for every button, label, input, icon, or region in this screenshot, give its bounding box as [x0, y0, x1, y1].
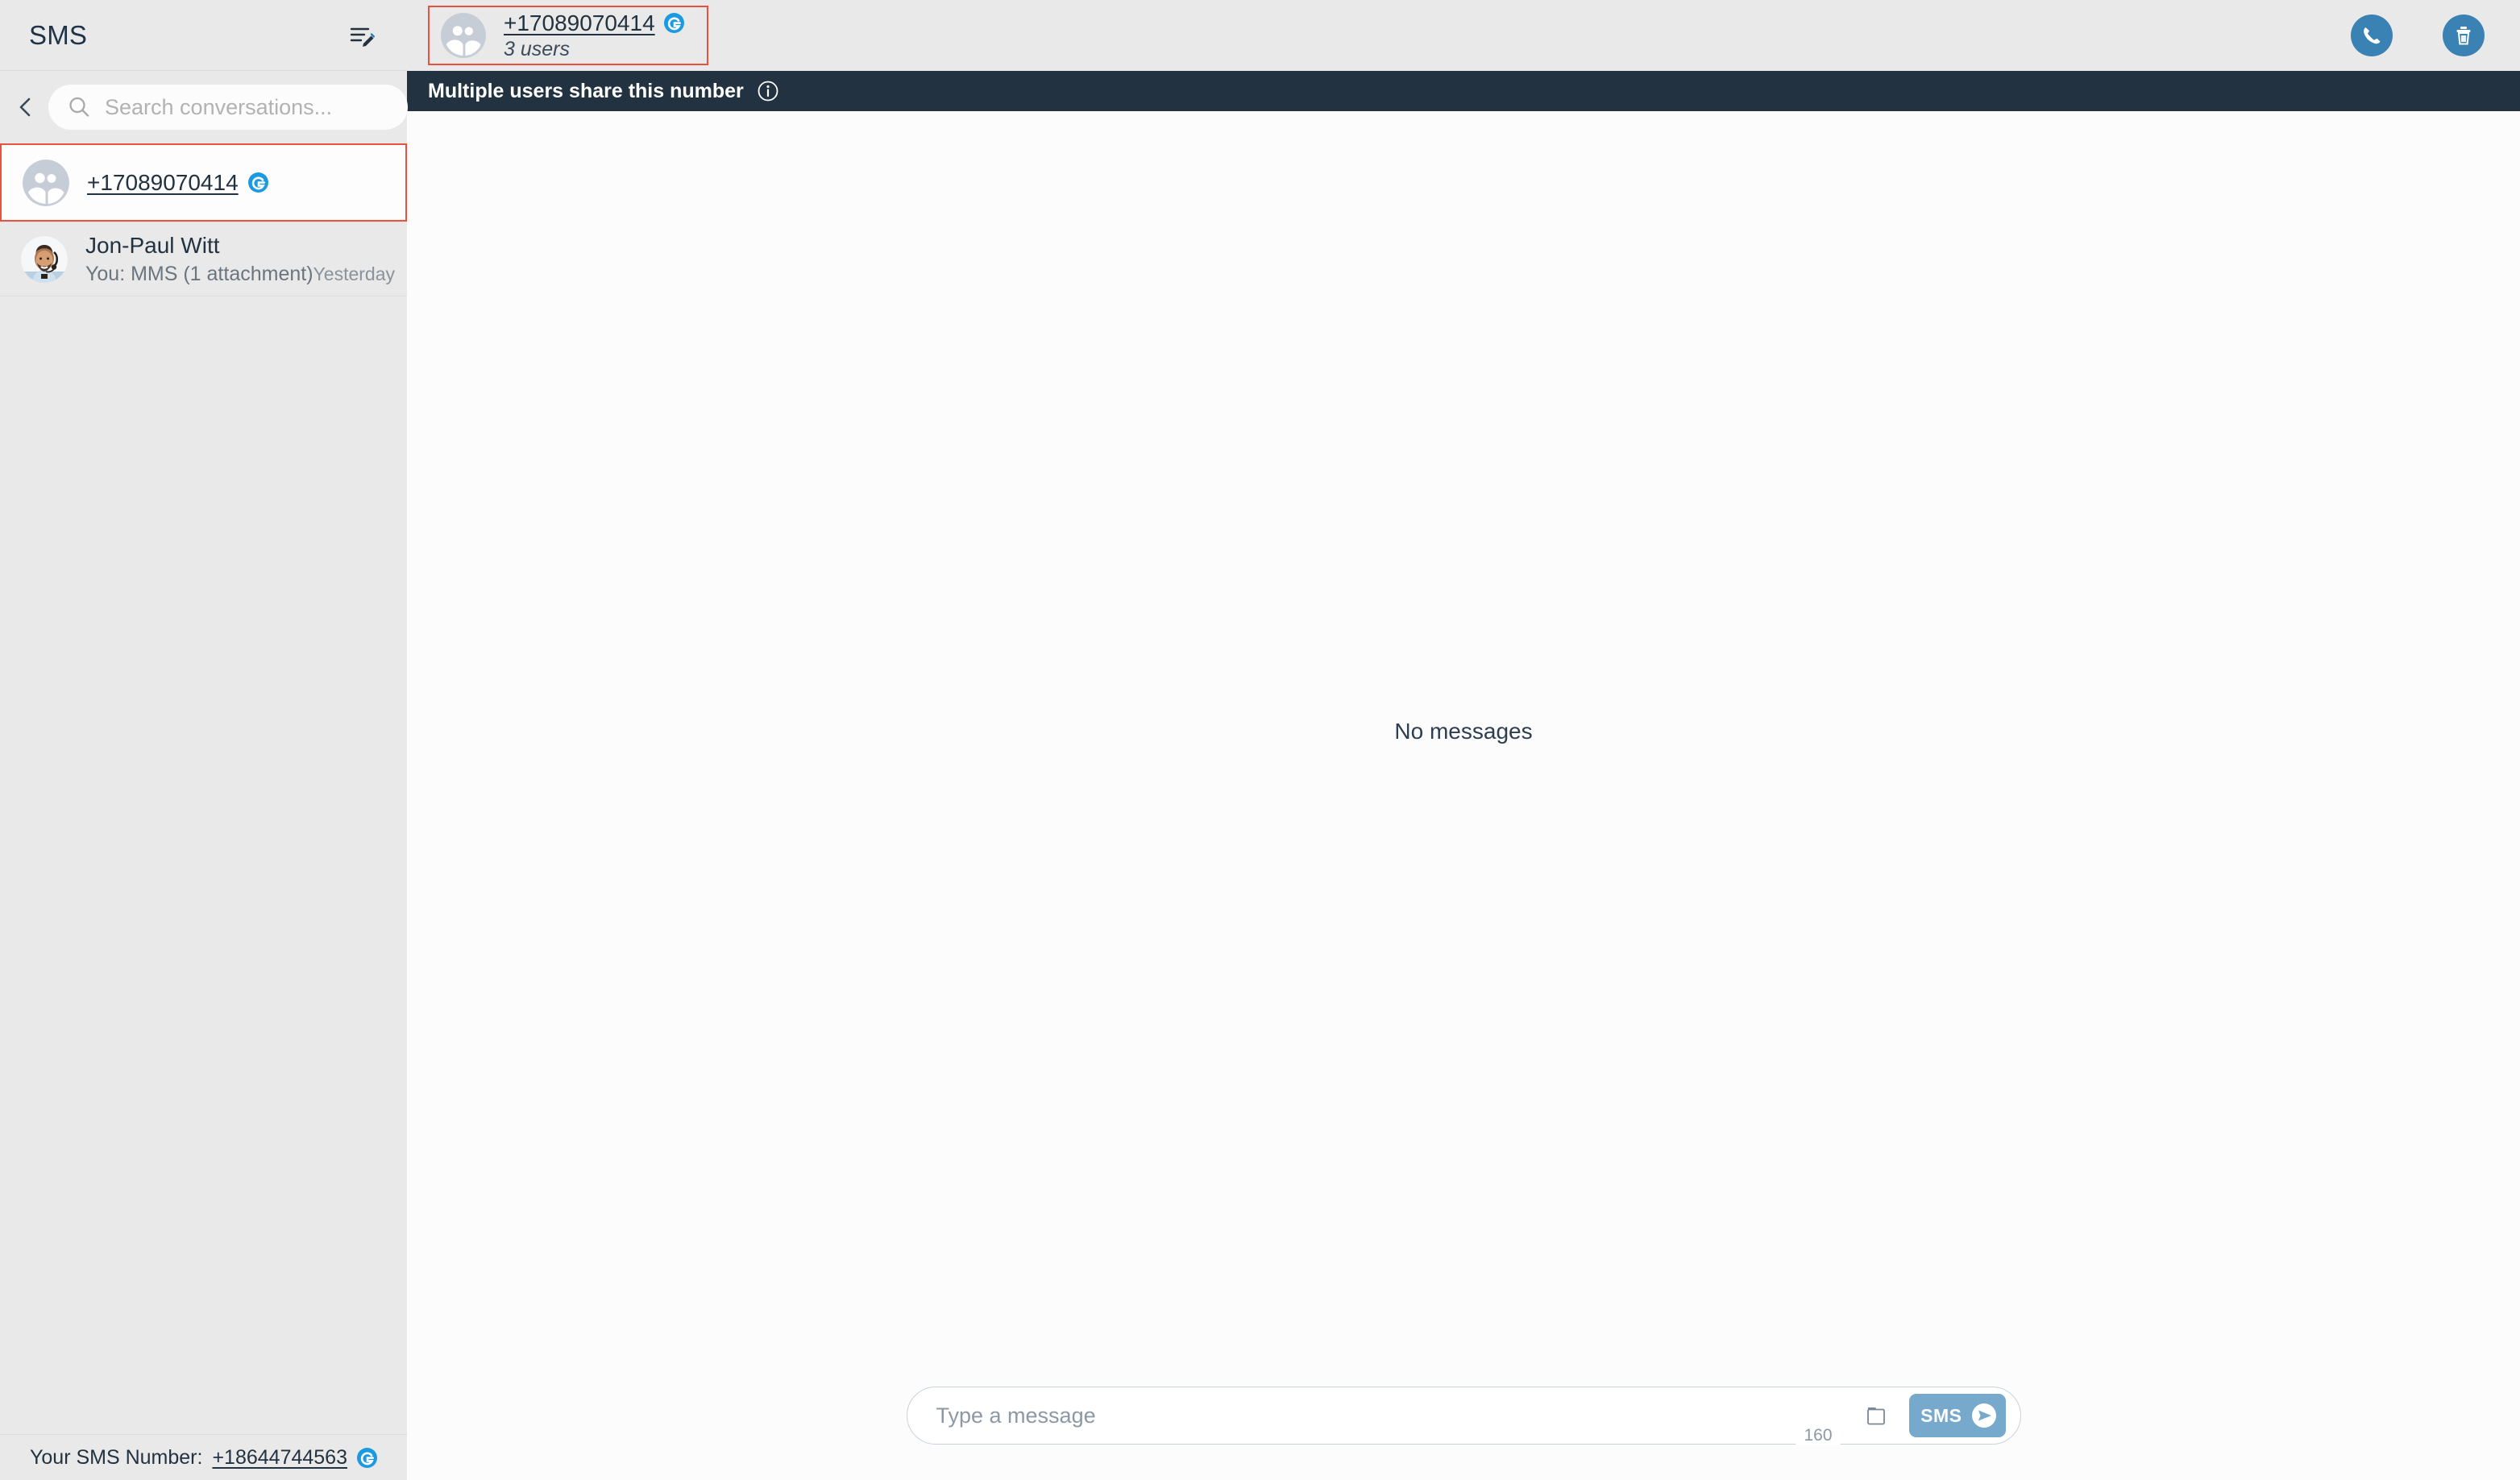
notice-text: Multiple users share this number	[428, 79, 744, 102]
call-button[interactable]	[2351, 15, 2393, 56]
message-timestamp: Yesterday	[313, 263, 395, 284]
conversations-sidebar: SMS Search conversations... +17089070414…	[0, 0, 408, 1480]
compose-message-icon[interactable]	[344, 19, 378, 52]
message-composer: SMS 160	[906, 1387, 2021, 1445]
list-item-body: Jon-Paul Witt You: MMS (1 attachment) Ye…	[85, 233, 395, 286]
conversation-panel: +17089070414 3 users Multiple users shar…	[407, 0, 2520, 1480]
search-input[interactable]	[105, 94, 390, 120]
header-actions	[2351, 15, 2485, 56]
conversation-header: +17089070414 3 users	[407, 0, 2520, 71]
search-container[interactable]	[48, 85, 408, 130]
sms-number-label: Your SMS Number:	[30, 1445, 203, 1469]
chevron-left-icon[interactable]	[11, 93, 40, 122]
send-arrow-icon	[1969, 1400, 1999, 1431]
sms-number-value[interactable]: +18644744563	[212, 1446, 347, 1470]
list-item-title-row: Jon-Paul Witt	[85, 233, 386, 259]
info-circle-icon[interactable]	[757, 80, 779, 102]
active-thread-chip[interactable]: +17089070414 3 users	[428, 6, 708, 65]
sidebar-header: SMS	[0, 0, 407, 71]
group-avatar-icon	[23, 159, 69, 206]
shared-number-notice: Multiple users share this number	[407, 71, 2520, 111]
folder-attachment-icon	[1867, 1407, 1886, 1425]
thread-chip-title-row: +17089070414	[504, 10, 684, 36]
attach-file-button[interactable]	[1861, 1399, 1895, 1432]
user-photo-avatar	[21, 235, 68, 283]
empty-state-text: No messages	[1394, 718, 1533, 744]
list-item-subtitle-row: You: MMS (1 attachment) Yesterday	[85, 262, 395, 286]
sms-app: SMS Search conversations... +17089070414…	[0, 0, 2520, 1480]
crm-badge-icon	[247, 172, 268, 193]
message-preview: You: MMS (1 attachment)	[85, 262, 313, 285]
sms-number-footer: Your SMS Number: +18644744563	[0, 1434, 407, 1480]
conversation-number-link[interactable]: +17089070414	[87, 170, 239, 196]
list-item-body: +17089070414	[87, 170, 384, 196]
thread-user-count: 3 users	[504, 37, 570, 60]
thread-chip-text: +17089070414 3 users	[504, 10, 684, 61]
composer-area: SMS 160	[407, 1351, 2520, 1480]
page-title: SMS	[29, 19, 88, 50]
contact-name: Jon-Paul Witt	[85, 232, 220, 258]
conversation-list: +17089070414 Jon-Paul Witt You: MMS (1 a…	[0, 143, 407, 1434]
list-item[interactable]: +17089070414	[0, 143, 407, 222]
character-counter: 160	[1796, 1426, 1841, 1445]
search-row	[0, 71, 408, 143]
thread-number-link[interactable]: +17089070414	[504, 10, 655, 36]
crm-badge-icon	[357, 1447, 377, 1468]
send-sms-button[interactable]: SMS	[1909, 1394, 2006, 1437]
messages-area: No messages	[407, 111, 2520, 1351]
crm-badge-icon	[663, 13, 684, 33]
list-item[interactable]: Jon-Paul Witt You: MMS (1 attachment) Ye…	[0, 222, 407, 296]
search-icon	[66, 94, 92, 120]
send-button-label: SMS	[1920, 1404, 1962, 1426]
list-item-title-row: +17089070414	[87, 170, 384, 196]
message-input[interactable]	[936, 1403, 1847, 1428]
group-avatar-icon	[441, 13, 486, 58]
delete-button[interactable]	[2443, 15, 2485, 56]
